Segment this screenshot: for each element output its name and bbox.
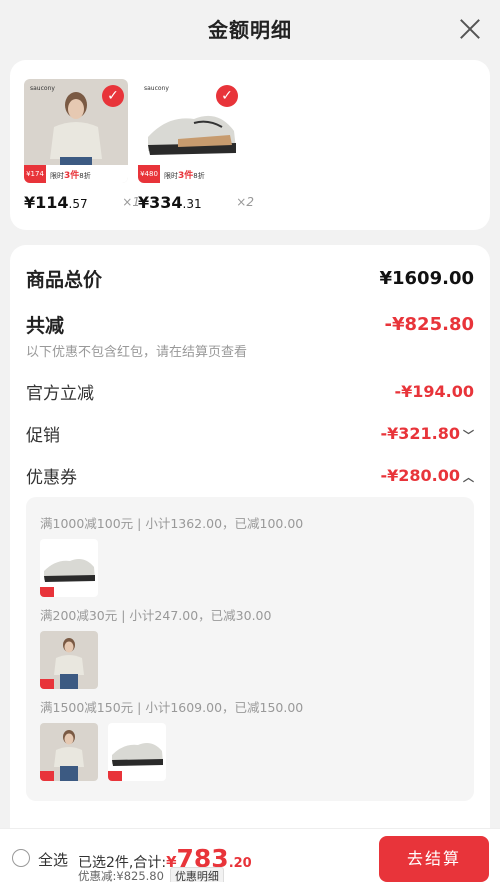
brand-logo: saucony <box>30 85 55 92</box>
coupon-value: -¥280.00 ︿ <box>380 466 474 485</box>
discount-value: -¥825.80 <box>384 314 474 335</box>
coupon-rule: 满1000减100元 | 小计1362.00，已减100.00 <box>40 516 304 531</box>
product-image[interactable]: saucony ✓ ¥174 限时3件8折 <box>24 79 128 183</box>
discount-label: 共减 <box>26 315 65 337</box>
strip-text: 限时3件8折 <box>50 170 91 181</box>
checkout-button[interactable]: 去结算 <box>379 836 489 882</box>
coupon-product-image <box>40 723 98 781</box>
product-image[interactable]: saucony ✓ ¥480 限时3件8折 <box>138 79 242 183</box>
promo-strip: ¥480 限时3件8折 <box>138 165 242 183</box>
coupon-row[interactable]: 优惠券 -¥280.00 ︿ <box>26 463 474 488</box>
total-value: ¥1609.00 <box>379 268 474 289</box>
discount-row: 共减 -¥825.80 <box>26 311 474 338</box>
product-item[interactable]: saucony ✓ ¥480 限时3件8折 ¥334.31 ×2 <box>138 79 254 212</box>
strip-price: ¥174 <box>24 165 46 183</box>
coupon-product-image <box>40 631 98 689</box>
coupon-rule: 满200减30元 | 小计247.00，已减30.00 <box>40 608 272 623</box>
official-row: 官方立减 -¥194.00 <box>26 379 474 404</box>
strip-price: ¥480 <box>138 165 160 183</box>
promo-row[interactable]: 促销 -¥321.80 ﹀ <box>26 421 474 446</box>
coupon-label: 优惠券 <box>26 468 77 488</box>
discount-note: 以下优惠不包含红包，请在结算页查看 <box>26 345 248 360</box>
promo-label: 促销 <box>26 426 60 446</box>
close-icon[interactable] <box>458 17 482 41</box>
strip-text: 限时3件8折 <box>164 170 205 181</box>
promo-strip: ¥174 限时3件8折 <box>24 165 128 183</box>
product-qty: ×2 <box>236 195 254 209</box>
total-row: 商品总价 ¥1609.00 <box>26 265 474 292</box>
official-label: 官方立减 <box>26 384 94 404</box>
checkbox-checked-icon[interactable]: ✓ <box>216 85 238 107</box>
amount-detail-card: 商品总价 ¥1609.00 共减 -¥825.80 以下优惠不包含红包，请在结算… <box>10 245 490 845</box>
chevron-down-icon[interactable]: ﹀ <box>463 429 474 442</box>
coupon-product-image <box>108 723 166 781</box>
product-price: ¥114.57 <box>24 193 88 212</box>
checkbox-checked-icon[interactable]: ✓ <box>102 85 124 107</box>
official-value: -¥194.00 <box>394 382 474 401</box>
discount-detail-tag[interactable]: 优惠明细 <box>169 867 224 882</box>
product-list: saucony ✓ ¥174 限时3件8折 ¥114.57 ×1 saucony… <box>10 60 490 230</box>
chevron-up-icon[interactable]: ︿ <box>463 471 474 484</box>
coupon-rule: 满1500减150元 | 小计1609.00，已减150.00 <box>40 700 304 715</box>
product-item[interactable]: saucony ✓ ¥174 限时3件8折 ¥114.57 ×1 <box>24 79 140 212</box>
coupon-product-image <box>40 539 98 597</box>
product-price: ¥334.31 <box>138 193 202 212</box>
brand-logo: saucony <box>144 85 169 92</box>
select-all-radio[interactable] <box>12 849 30 867</box>
total-label: 商品总价 <box>26 269 103 291</box>
select-all-label[interactable]: 全选 <box>38 849 68 870</box>
checkout-bar: 全选 已选2件,合计:¥783.20 优惠减:¥825.80 优惠明细 去结算 <box>0 828 500 882</box>
page-title: 金额明细 <box>208 18 292 42</box>
promo-value: -¥321.80 ﹀ <box>380 424 474 443</box>
saved-summary: 优惠减:¥825.80 优惠明细 <box>78 867 224 882</box>
coupon-detail-box: 满1000减100元 | 小计1362.00，已减100.00 满200减30元… <box>26 497 474 801</box>
header: 金额明细 <box>0 0 500 58</box>
